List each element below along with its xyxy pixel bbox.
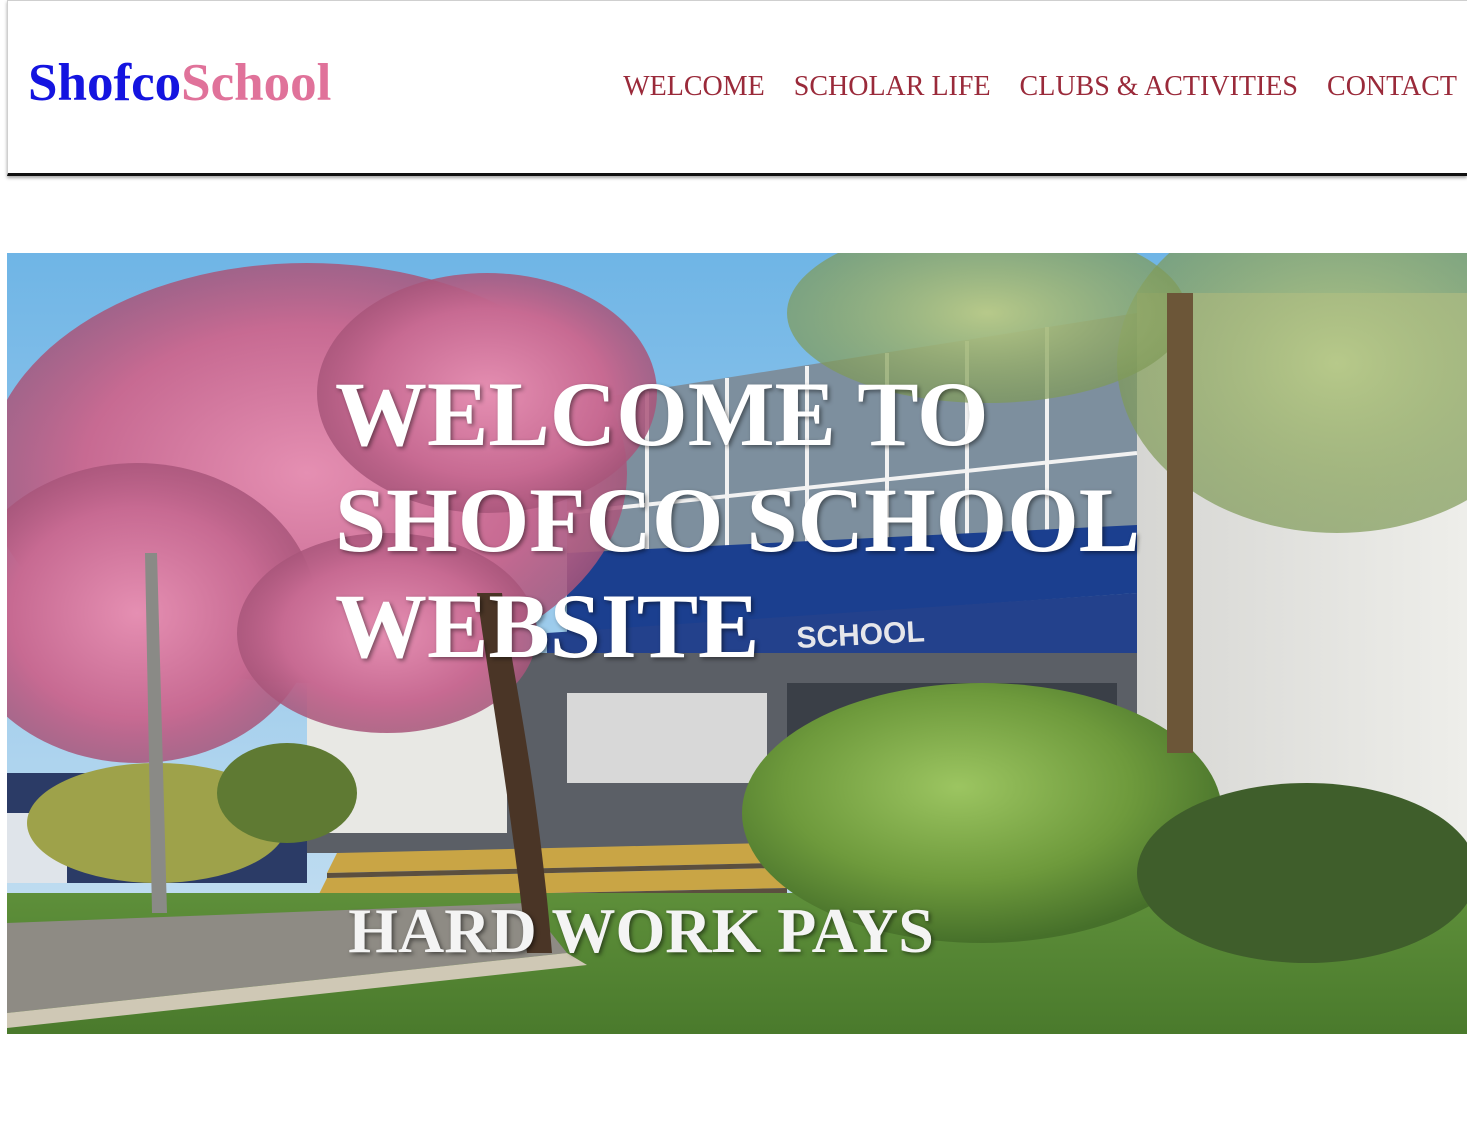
nav-link-clubs-activities[interactable]: CLUBS & ACTIVITIES xyxy=(1020,73,1298,101)
logo-part-2: School xyxy=(181,54,332,112)
page: ShofcoSchool WELCOME SCHOLAR LIFE CLUBS … xyxy=(0,0,1467,1143)
hero-title: WELCOME TO SHOFCO SCHOOL WEBSITE xyxy=(335,363,1136,677)
hero-tagline: HARD WORK PAYS xyxy=(348,895,934,966)
main-nav: WELCOME SCHOLAR LIFE CLUBS & ACTIVITIES … xyxy=(623,73,1457,101)
nav-link-welcome[interactable]: WELCOME xyxy=(623,73,765,101)
nav-link-contact[interactable]: CONTACT xyxy=(1327,73,1457,101)
hero-section: SCHOOL WELCOME TO SHOFCO SCHOOL WEBSITE … xyxy=(7,253,1467,1034)
site-logo[interactable]: ShofcoSchool xyxy=(28,57,331,110)
logo-part-1: Shofco xyxy=(28,54,182,112)
nav-link-scholar-life[interactable]: SCHOLAR LIFE xyxy=(794,73,991,101)
site-header: ShofcoSchool WELCOME SCHOLAR LIFE CLUBS … xyxy=(7,0,1467,176)
